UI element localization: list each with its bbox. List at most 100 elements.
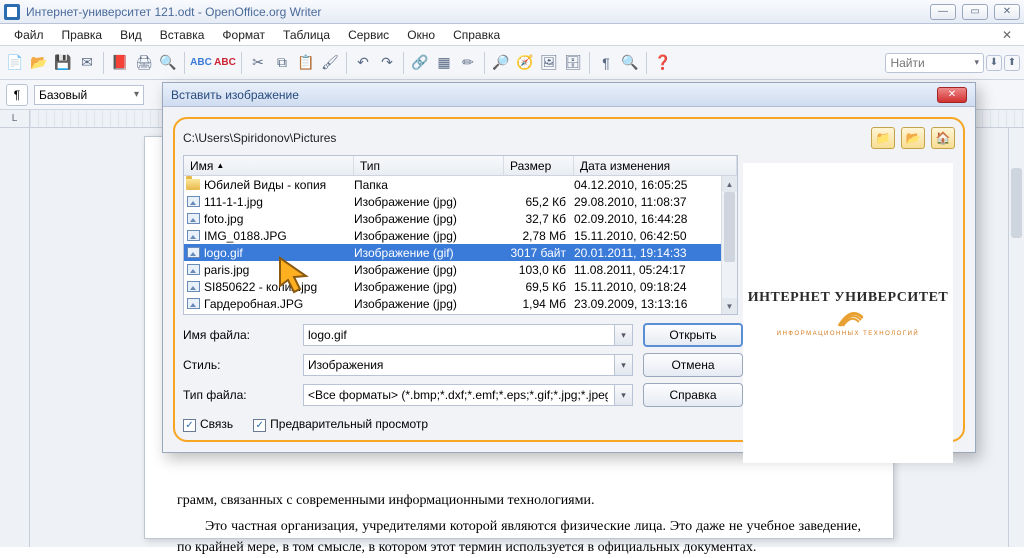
image-file-icon (187, 281, 200, 292)
table-icon[interactable]: ▦ (433, 52, 455, 74)
help-button[interactable]: Справка (643, 383, 743, 407)
hyperlink-icon[interactable]: 🔗 (409, 52, 431, 74)
cancel-button[interactable]: Отмена (643, 353, 743, 377)
file-name: Гардеробная.JPG (202, 297, 354, 311)
preview-icon[interactable]: 🔍 (157, 52, 179, 74)
styles-button-icon[interactable]: ¶ (6, 84, 28, 106)
style-input[interactable]: Изображения▾ (303, 354, 633, 376)
copy-icon[interactable]: ⧉ (271, 52, 293, 74)
file-size: 1,94 Мб (504, 297, 574, 311)
filename-label: Имя файла: (183, 328, 293, 342)
home-icon[interactable]: 🏠 (931, 127, 955, 149)
dialog-title: Вставить изображение (171, 88, 299, 102)
minimize-button[interactable]: — (930, 4, 956, 20)
dropdown-icon[interactable]: ▾ (614, 325, 632, 345)
menu-insert[interactable]: Вставка (152, 26, 213, 44)
table-row[interactable]: Юбилей Виды - копияПапка04.12.2010, 16:0… (184, 176, 721, 193)
table-row[interactable]: logo.gifИзображение (gif)3017 байт20.01.… (184, 244, 721, 261)
menu-table[interactable]: Таблица (275, 26, 338, 44)
current-path: C:\Users\Spiridonov\Pictures (183, 131, 871, 145)
file-name: foto.jpg (202, 212, 354, 226)
file-size: 32,7 Кб (504, 212, 574, 226)
table-row[interactable]: IMG_0188.JPGИзображение (jpg)2,78 Мб15.1… (184, 227, 721, 244)
find-dropdown-icon[interactable]: ▾ (974, 57, 979, 68)
file-name: SI850622 - копия.jpg (202, 280, 354, 294)
window-titlebar: Интернет-университет 121.odt - OpenOffic… (0, 0, 1024, 24)
menu-tools[interactable]: Сервис (340, 26, 397, 44)
file-list-scrollbar[interactable]: ▲▼ (721, 176, 737, 314)
find-icon[interactable]: 🔎 (490, 52, 512, 74)
cut-icon[interactable]: ✂ (247, 52, 269, 74)
dropdown-icon[interactable]: ▾ (614, 355, 632, 375)
new-folder-icon[interactable]: 📂 (901, 127, 925, 149)
close-button[interactable]: ✕ (994, 4, 1020, 20)
menu-file[interactable]: Файл (6, 26, 52, 44)
menu-window[interactable]: Окно (399, 26, 443, 44)
filename-input[interactable]: logo.gif▾ (303, 324, 633, 346)
link-checkbox[interactable]: ✓Связь (183, 417, 233, 432)
find-prev-icon[interactable]: ⬆ (1004, 55, 1020, 71)
file-date: 15.11.2010, 09:18:24 (574, 280, 721, 294)
nonprint-icon[interactable]: ¶ (595, 52, 617, 74)
spellcheck-icon[interactable]: ABC (190, 52, 212, 74)
navigator-icon[interactable]: 🧭 (514, 52, 536, 74)
draw-icon[interactable]: ✏ (457, 52, 479, 74)
column-name[interactable]: Имя ▲ (184, 156, 354, 175)
file-name: logo.gif (202, 246, 354, 260)
paste-icon[interactable]: 📋 (295, 52, 317, 74)
column-size[interactable]: Размер (504, 156, 574, 175)
menu-edit[interactable]: Правка (54, 26, 111, 44)
filetype-label: Тип файла: (183, 388, 293, 402)
find-next-icon[interactable]: ⬇ (986, 55, 1002, 71)
new-icon[interactable]: 📄 (4, 52, 26, 74)
open-icon[interactable]: 📂 (28, 52, 50, 74)
menu-format[interactable]: Формат (214, 26, 273, 44)
close-document-icon[interactable]: ✕ (996, 28, 1018, 42)
table-row[interactable]: Гардеробная.JPGИзображение (jpg)1,94 Мб2… (184, 295, 721, 312)
file-name: 111-1-1.jpg (202, 195, 354, 209)
table-row[interactable]: foto.jpgИзображение (jpg)32,7 Кб02.09.20… (184, 210, 721, 227)
format-paint-icon[interactable]: 🖌 (319, 52, 341, 74)
zoom-icon[interactable]: 🔍 (619, 52, 641, 74)
pdf-icon[interactable]: 📕 (109, 52, 131, 74)
preview-checkbox[interactable]: ✓Предварительный просмотр (253, 417, 428, 432)
mail-icon[interactable]: ✉ (76, 52, 98, 74)
up-folder-icon[interactable]: 📁 (871, 127, 895, 149)
filetype-input[interactable]: <Все форматы> (*.bmp;*.dxf;*.emf;*.eps;*… (303, 384, 633, 406)
file-list: Имя ▲ Тип Размер Дата изменения Юбилей В… (183, 155, 738, 315)
table-row[interactable]: 111-1-1.jpgИзображение (jpg)65,2 Кб29.08… (184, 193, 721, 210)
image-file-icon (187, 213, 200, 224)
maximize-button[interactable]: ▭ (962, 4, 988, 20)
main-toolbar: 📄 📂 💾 ✉ 📕 🖨 🔍 ABC ABC ✂ ⧉ 📋 🖌 ↶ ↷ 🔗 ▦ ✏ … (0, 46, 1024, 80)
file-size: 69,5 Кб (504, 280, 574, 294)
dialog-titlebar[interactable]: Вставить изображение ✕ (163, 83, 975, 107)
paragraph-style-dropdown[interactable]: Базовый (34, 85, 144, 105)
find-input[interactable] (890, 56, 970, 70)
datasource-icon[interactable]: 🗄 (562, 52, 584, 74)
redo-icon[interactable]: ↷ (376, 52, 398, 74)
file-date: 15.11.2010, 06:42:50 (574, 229, 721, 243)
undo-icon[interactable]: ↶ (352, 52, 374, 74)
vertical-ruler[interactable] (0, 128, 30, 547)
column-date[interactable]: Дата изменения (574, 156, 737, 175)
table-row[interactable]: paris.jpgИзображение (jpg)103,0 Кб11.08.… (184, 261, 721, 278)
gallery-icon[interactable]: 🖼 (538, 52, 560, 74)
save-icon[interactable]: 💾 (52, 52, 74, 74)
help-icon[interactable]: ❓ (652, 52, 674, 74)
tutorial-highlight: C:\Users\Spiridonov\Pictures 📁 📂 🏠 Имя ▲… (173, 117, 965, 442)
print-icon[interactable]: 🖨 (133, 52, 155, 74)
dropdown-icon[interactable]: ▾ (614, 385, 632, 405)
logo-arc-icon (837, 306, 863, 331)
file-date: 23.09.2009, 13:13:16 (574, 297, 721, 311)
autospell-icon[interactable]: ABC (214, 52, 236, 74)
dialog-close-icon[interactable]: ✕ (937, 87, 967, 103)
open-button[interactable]: Открыть (643, 323, 743, 347)
column-type[interactable]: Тип (354, 156, 504, 175)
find-toolbar: ▾ (885, 53, 984, 73)
menu-view[interactable]: Вид (112, 26, 150, 44)
table-row[interactable]: SI850622 - копия.jpgИзображение (jpg)69,… (184, 278, 721, 295)
menu-help[interactable]: Справка (445, 26, 508, 44)
vertical-scrollbar[interactable] (1008, 128, 1024, 547)
image-file-icon (187, 298, 200, 309)
preview-pane: ИНТЕРНЕТ УНИВЕРСИТЕТ ИНФОРМАЦИОННЫХ ТЕХН… (743, 163, 953, 463)
